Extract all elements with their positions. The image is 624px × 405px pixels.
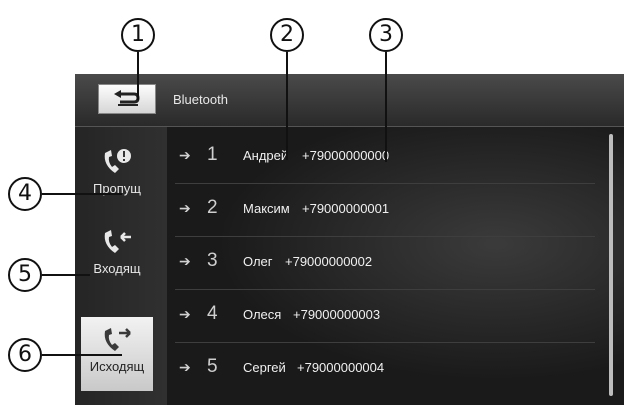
contact-name: Олег [243,254,273,269]
contact-name: Максим [243,201,290,216]
call-index: 3 [207,250,218,271]
contact-name: Андрей [243,148,289,163]
leader-line-6 [42,354,122,356]
phone-number: +79000000002 [285,254,373,269]
outgoing-call-icon [104,328,131,351]
leader-line-1 [137,52,139,100]
scrollbar[interactable] [609,134,613,396]
leader-line-3 [385,52,387,162]
sidebar-item-missed[interactable]: Пропущ [81,139,153,213]
missed-call-icon [104,149,131,173]
leader-line-5 [42,274,90,276]
callout-6: 6 [8,338,42,372]
call-row[interactable]: ➔ 5 Сергей +79000000004 [175,343,595,395]
phone-number: +79000000001 [302,201,390,216]
arrow-icon: ➔ [179,147,191,163]
call-row[interactable]: ➔ 2 Максим +79000000001 [175,184,595,237]
arrow-icon: ➔ [179,200,191,216]
phone-number: +79000000000 [302,148,390,163]
call-index: 4 [207,303,218,324]
arrow-icon: ➔ [179,306,191,322]
leader-line-4 [42,193,122,195]
header-bar: Bluetooth [75,74,624,127]
contact-name: Сергей [243,360,286,375]
head-unit-screen: Bluetooth Пропущ Входящ Исходящ ➔ 1 Андр… [75,74,624,405]
callout-4: 4 [8,177,42,211]
callout-2: 2 [270,18,304,52]
phone-number: +79000000004 [297,360,385,375]
sidebar-item-incoming[interactable]: Входящ [81,219,153,293]
sidebar-item-label: Исходящ [89,359,145,374]
call-index: 2 [207,197,218,218]
call-type-sidebar: Пропущ Входящ Исходящ [75,127,167,405]
contact-name: Олеся [243,307,282,322]
call-row[interactable]: ➔ 4 Олеся +79000000003 [175,290,595,343]
call-index: 5 [207,356,218,377]
callout-3: 3 [369,18,403,52]
call-list: ➔ 1 Андрей +79000000000 ➔ 2 Максим +7900… [175,127,595,405]
leader-line-2 [286,52,288,160]
call-index: 1 [207,144,218,165]
arrow-icon: ➔ [179,359,191,375]
sidebar-item-label: Входящ [93,261,141,276]
callout-1: 1 [121,18,155,52]
screen-title: Bluetooth [173,92,228,107]
arrow-icon: ➔ [179,253,191,269]
back-button[interactable] [98,84,156,114]
call-row[interactable]: ➔ 3 Олег +79000000002 [175,237,595,290]
callout-5: 5 [8,258,42,292]
incoming-call-icon [104,230,131,253]
phone-number: +79000000003 [293,307,381,322]
